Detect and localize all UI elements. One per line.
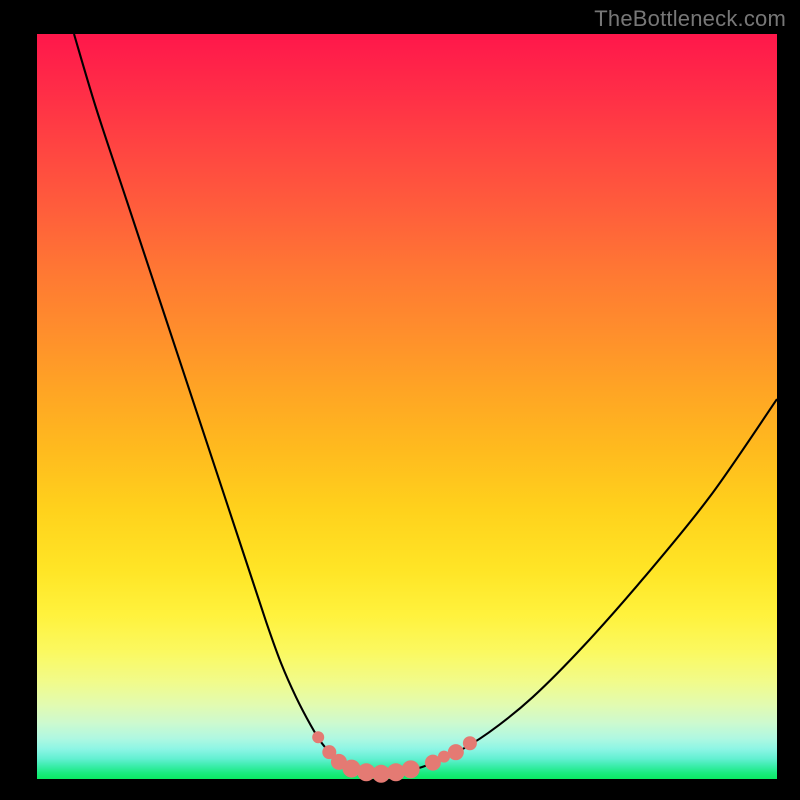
trough-marker xyxy=(387,763,405,781)
trough-marker xyxy=(463,736,477,750)
trough-marker xyxy=(402,760,420,778)
watermark-text: TheBottleneck.com xyxy=(594,6,786,32)
trough-marker xyxy=(312,731,324,743)
chart-svg xyxy=(37,34,777,779)
bottleneck-curve xyxy=(74,34,777,774)
trough-marker xyxy=(448,744,464,760)
chart-frame: TheBottleneck.com xyxy=(0,0,800,800)
trough-markers xyxy=(312,731,477,783)
